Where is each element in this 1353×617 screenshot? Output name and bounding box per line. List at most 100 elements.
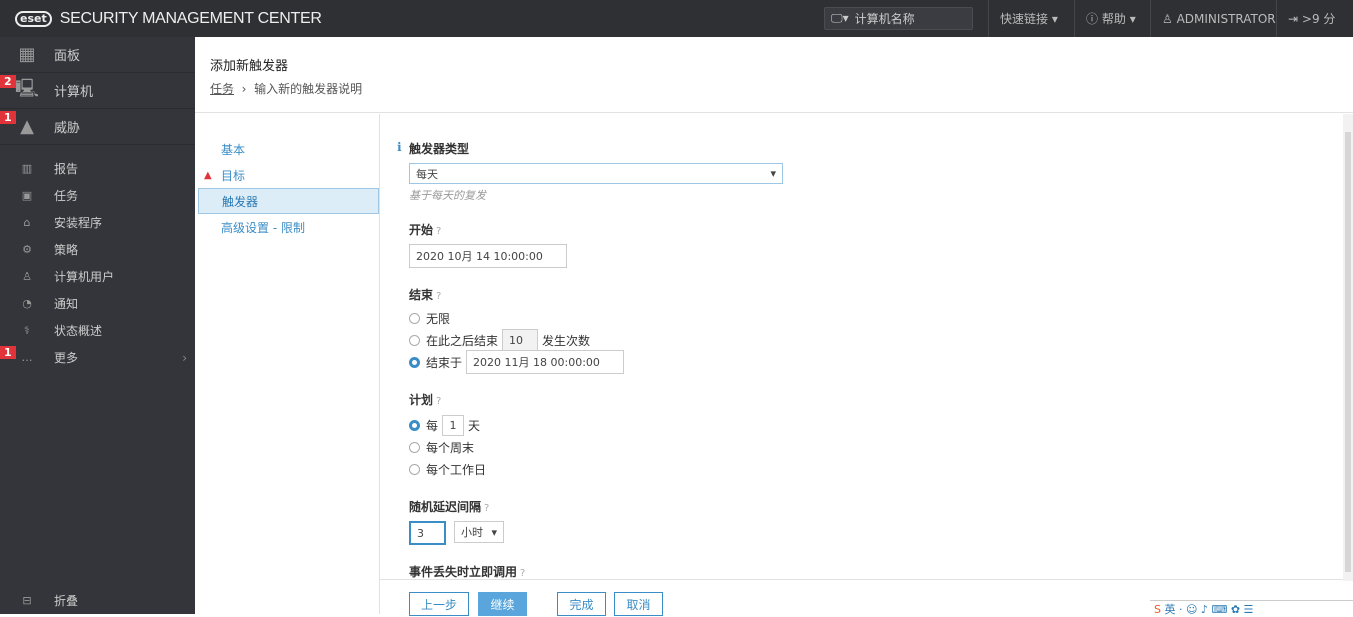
sidebar-label: 策略 [54,243,79,257]
back-button[interactable]: 上一步 [409,592,469,616]
session-timer: >9 分 [1301,12,1336,26]
collapse-label: 折叠 [54,594,79,608]
scrollbar-thumb[interactable] [1345,132,1351,572]
radio-label: 无限 [426,311,451,326]
help-icon[interactable]: ? [520,568,525,579]
sidebar-label: 任务 [54,189,79,203]
radio-selected-icon [409,356,420,368]
sidebar-item-threats[interactable]: 1 ▲ 威胁 [0,109,195,145]
tasks-icon: ▣ [21,189,33,202]
chevron-down-icon: ▾ [1051,11,1058,26]
quick-links-label: 快速链接 [1000,12,1049,26]
breadcrumb-tasks-link[interactable]: 任务 [210,82,234,96]
sidebar-label: 更多 [54,351,79,365]
sidebar-item-policies[interactable]: ⚙ 策略 [0,236,195,263]
radio-icon [409,441,420,453]
end-at-radio[interactable]: 结束于 2020 11月 18 00:00:00 [409,350,1343,374]
radio-label: 每个工作日 [426,462,487,477]
end-label: 结束 [409,288,434,302]
computer-icon: 🖵▾ [831,11,849,25]
help-icon[interactable]: ? [436,396,441,407]
dashboard-icon: ▦ [18,44,36,65]
sidebar-item-more[interactable]: 1… 更多 › [0,344,195,371]
radio-icon [409,334,420,346]
count-badge: 1 [0,346,16,359]
radio-suffix: 天 [468,418,481,433]
every-days-input[interactable]: 1 [442,414,465,436]
delay-unit-select[interactable]: 小时 ▾ [454,521,504,543]
warning-icon: ▲ [204,169,212,181]
sidebar-label: 威胁 [54,121,81,136]
breadcrumb: 任务 › 输入新的触发器说明 [210,82,363,96]
delay-input[interactable]: 3 [409,521,446,545]
ime-toolbar[interactable]: S 英 · ☺ ♪ ⌨ ✿ ☰ [1150,600,1353,616]
end-after-radio[interactable]: 在此之后结束 10 发生次数 [409,329,1343,351]
trigger-type-value: 每天 [416,167,438,181]
step-basic[interactable]: 基本 [195,136,379,162]
continue-button[interactable]: 继续 [478,592,527,616]
installer-icon: ⌂ [23,216,31,229]
help-icon[interactable]: ? [436,291,441,302]
workday-radio[interactable]: 每个工作日 [409,458,1343,480]
help-icon[interactable]: ? [484,503,489,514]
sidebar-label: 面板 [54,49,81,64]
cancel-button[interactable]: 取消 [614,592,663,616]
eset-logo: eset [15,10,52,27]
info-icon: ℹ [397,140,402,154]
end-datetime-input[interactable]: 2020 11月 18 00:00:00 [466,350,625,374]
app-title: SECURITY MANAGEMENT CENTER [59,9,322,27]
radio-label: 在此之后结束 [426,333,499,348]
sidebar-item-installers[interactable]: ⌂ 安装程序 [0,209,195,236]
start-datetime-input[interactable]: 2020 10月 14 10:00:00 [409,244,567,268]
ime-logo-icon: S [1154,603,1161,616]
missed-label: 事件丢失时立即调用 [409,565,518,579]
trigger-type-hint: 基于每天的复发 [409,189,486,202]
end-infinite-radio[interactable]: 无限 [409,307,1343,329]
step-trigger[interactable]: 触发器 [198,188,379,214]
help-label: 帮助 [1101,12,1126,26]
weekend-radio[interactable]: 每个周末 [409,436,1343,458]
scrollbar[interactable] [1343,114,1353,581]
user-icon: ♙ [1162,11,1173,26]
help-icon[interactable]: ? [436,226,441,237]
radio-label: 结束于 [426,355,463,370]
delay-unit-value: 小时 [461,526,483,539]
quick-links-menu[interactable]: 快速链接 ▾ [988,0,1069,37]
step-advanced[interactable]: 高级设置 - 限制 [195,214,379,240]
sidebar-label: 通知 [54,297,79,311]
sidebar-item-status[interactable]: ⚕ 状态概述 [0,317,195,344]
sidebar-label: 状态概述 [54,324,103,338]
finish-button[interactable]: 完成 [557,592,606,616]
help-menu[interactable]: ⓘ 帮助 ▾ [1074,0,1147,37]
sidebar-item-notifications[interactable]: ◔ 通知 [0,290,195,317]
count-badge: 2 [0,75,16,88]
logout-button[interactable]: ⇥ >9 分 [1276,0,1346,37]
chevron-right-icon: › [182,350,187,365]
main-content: 添加新触发器 任务 › 输入新的触发器说明 基本 ▲ 目标 触发器 高级设置 - … [195,37,1353,616]
sidebar-item-reports[interactable]: ▥ 报告 [0,155,195,182]
sidebar-item-computer-users[interactable]: ♙ 计算机用户 [0,263,195,290]
page-title: 添加新触发器 [210,59,289,74]
every-n-days-radio[interactable]: 每1天 [409,414,1343,436]
step-label: 触发器 [222,194,259,209]
dropdown-arrow-icon: ▾ [491,525,497,539]
logo[interactable]: eset SECURITY MANAGEMENT CENTER [15,10,322,28]
sidebar: ▦ 面板 2 🖳 计算机 1 ▲ 威胁 ▥ 报告 ▣ 任务 ⌂ 安装程序 ⚙ 策略 ♙ 计算机用户 … [0,37,195,614]
sidebar-label: 计算机 [54,85,94,100]
sidebar-item-dashboard[interactable]: ▦ 面板 [0,37,195,73]
breadcrumb-current: 输入新的触发器说明 [254,82,363,96]
delay-label: 随机延迟间隔 [409,500,482,514]
step-target[interactable]: ▲ 目标 [195,162,379,188]
user-menu[interactable]: ♙ ADMINISTRATOR [1150,0,1287,37]
trigger-type-select[interactable]: 每天 ▾ [409,163,783,184]
step-label: 目标 [221,168,246,183]
status-icon: ⚕ [24,324,30,337]
schedule-label: 计划 [409,393,434,407]
sidebar-item-tasks[interactable]: ▣ 任务 [0,182,195,209]
step-label: 高级设置 - 限制 [221,220,305,235]
sidebar-item-computers[interactable]: 2 🖳 计算机 [0,73,195,109]
trigger-type-label: 触发器类型 [409,142,470,156]
computer-search-input[interactable]: 🖵▾ 计算机名称 [824,7,973,30]
end-after-count-input[interactable]: 10 [502,329,539,351]
collapse-button[interactable]: ⊟ 折叠 [0,587,195,614]
